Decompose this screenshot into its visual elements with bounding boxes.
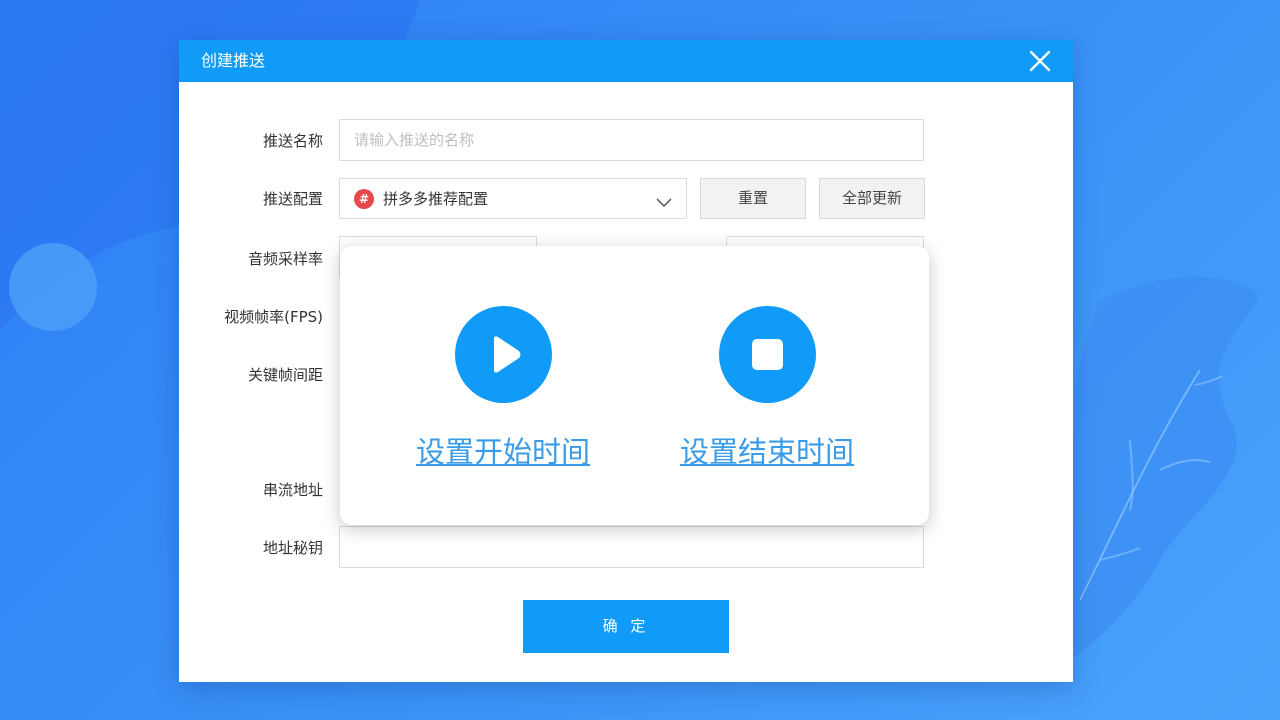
- stop-icon[interactable]: [718, 306, 816, 403]
- push-name-input[interactable]: [339, 119, 924, 161]
- close-icon[interactable]: [1027, 48, 1053, 74]
- chevron-down-icon: [656, 193, 672, 208]
- audio-sample-rate-label: 音频采样率: [247, 250, 323, 268]
- keyframe-interval-label: 关键帧间距: [247, 366, 323, 384]
- create-push-dialog: 创建推送 推送名称 推送配置 # 拼多多推荐配置 重置 全部更新 音频采样率 视…: [179, 40, 1073, 682]
- set-start-time-link[interactable]: 设置开始时间: [403, 429, 603, 471]
- push-config-label: 推送配置: [262, 190, 323, 208]
- set-end-time-link[interactable]: 设置结束时间: [667, 429, 867, 471]
- push-config-selected-value: 拼多多推荐配置: [383, 190, 489, 208]
- update-all-button[interactable]: 全部更新: [819, 178, 925, 219]
- video-fps-label: 视频帧率(FPS): [224, 308, 323, 326]
- pinduoduo-logo-icon: #: [354, 189, 374, 209]
- set-end-time-action[interactable]: 设置结束时间: [667, 306, 867, 471]
- url-key-label: 地址秘钥: [262, 539, 323, 557]
- time-setting-popup: 设置开始时间 设置结束时间: [340, 246, 929, 525]
- dialog-title: 创建推送: [201, 51, 266, 70]
- dialog-titlebar: 创建推送: [179, 40, 1073, 82]
- push-config-select[interactable]: # 拼多多推荐配置: [339, 178, 687, 219]
- reset-button[interactable]: 重置: [700, 178, 806, 219]
- url-key-input[interactable]: [339, 526, 924, 568]
- stream-url-label: 串流地址: [262, 481, 323, 499]
- push-name-label: 推送名称: [262, 132, 323, 150]
- confirm-button[interactable]: 确 定: [523, 600, 729, 653]
- set-start-time-action[interactable]: 设置开始时间: [403, 306, 603, 471]
- play-icon[interactable]: [454, 306, 552, 403]
